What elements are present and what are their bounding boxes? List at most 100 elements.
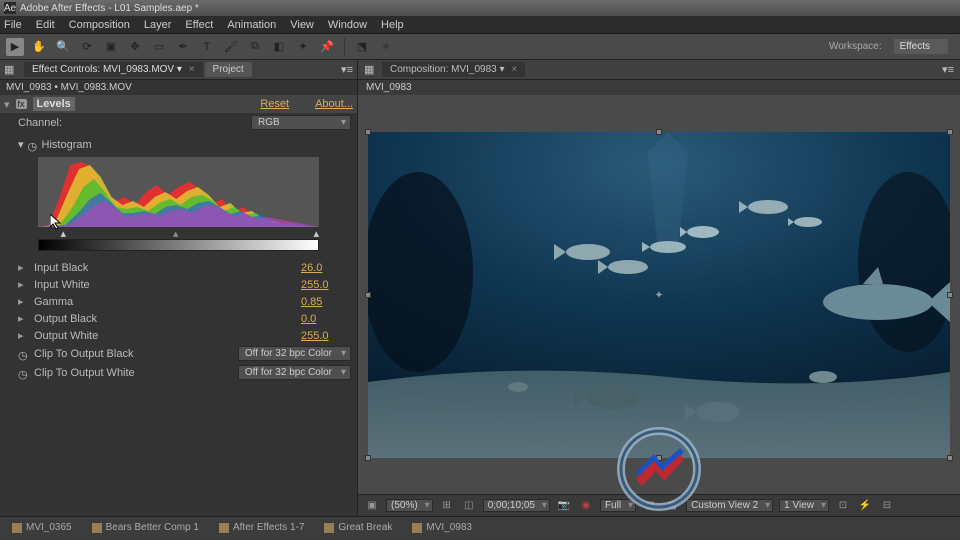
fast-preview-icon[interactable]: ⚡ [857, 498, 873, 514]
composition-viewer[interactable]: ✦ [358, 95, 960, 494]
mask-toggle-icon[interactable]: ◫ [461, 498, 477, 514]
pen-tool-icon[interactable]: ✒ [174, 38, 192, 56]
prop-label: Output Black [34, 313, 295, 325]
histogram-display: ● ○ [38, 157, 319, 227]
comp-icon [12, 523, 22, 533]
panel-menu-icon[interactable]: ▦ [4, 63, 18, 77]
extra-tool2-icon[interactable]: ✧ [377, 38, 395, 56]
anchor-safe-icon[interactable]: ⊞ [439, 498, 455, 514]
about-button[interactable]: About... [315, 98, 353, 110]
stamp-tool-icon[interactable]: ⧉ [246, 38, 264, 56]
extra-tool-icon[interactable]: ⬔ [353, 38, 371, 56]
workspace-dropdown[interactable]: Effects [894, 39, 948, 54]
channel-row: Channel: RGB [0, 113, 357, 132]
reset-button[interactable]: Reset [260, 98, 289, 110]
anchor-tool-icon[interactable]: ✥ [126, 38, 144, 56]
selection-tool-icon[interactable]: ▶ [6, 38, 24, 56]
selection-handle[interactable] [947, 455, 953, 461]
twirl-icon[interactable]: ▸ [18, 261, 28, 274]
panel-options-icon[interactable]: ▾≡ [942, 63, 954, 76]
stopwatch-icon[interactable]: ◷ [18, 368, 28, 378]
menu-edit[interactable]: Edit [36, 19, 55, 31]
text-tool-icon[interactable]: T [198, 38, 216, 56]
app-icon: Ae [4, 2, 16, 14]
close-icon[interactable]: × [511, 64, 517, 75]
panel-menu-icon[interactable]: ▦ [364, 63, 378, 77]
panel-options-icon[interactable]: ▾≡ [341, 63, 353, 76]
zoom-dropdown[interactable]: (50%) [386, 499, 433, 512]
menu-file[interactable]: File [4, 19, 22, 31]
mask-tool-icon[interactable]: ▭ [150, 38, 168, 56]
channel-label: Channel: [18, 117, 245, 129]
stopwatch-icon[interactable]: ◷ [18, 349, 28, 359]
show-channel-icon[interactable]: ◉ [578, 498, 594, 514]
selection-handle[interactable] [947, 129, 953, 135]
roto-tool-icon[interactable]: ✦ [294, 38, 312, 56]
pixel-aspect-icon[interactable]: ⊡ [835, 498, 851, 514]
roi-icon[interactable]: ▦ [642, 498, 658, 514]
prop-output-white: ▸ Output White 255.0 [0, 327, 357, 344]
clip-white-dropdown[interactable]: Off for 32 bpc Color [238, 365, 351, 380]
twirl-icon[interactable]: ▸ [18, 295, 28, 308]
timeline-tab[interactable]: MVI_0365 [6, 520, 78, 535]
prop-value[interactable]: 255.0 [301, 279, 351, 291]
menu-help[interactable]: Help [381, 19, 404, 31]
twirl-down-icon[interactable]: ▾ [18, 138, 24, 151]
tab-composition[interactable]: Composition: MVI_0983 ▾ × [382, 62, 525, 77]
anchor-point-icon[interactable]: ✦ [654, 288, 663, 301]
stopwatch-icon[interactable]: ◷ [28, 140, 38, 150]
comp-icon [92, 523, 102, 533]
output-gradient-slider[interactable] [38, 239, 319, 251]
hand-tool-icon[interactable]: ✋ [30, 38, 48, 56]
menu-composition[interactable]: Composition [69, 19, 130, 31]
channel-dropdown[interactable]: RGB [251, 115, 351, 130]
tab-effect-controls[interactable]: Effect Controls: MVI_0983.MOV ▾ × [24, 62, 203, 77]
view-count-dropdown[interactable]: 1 View [779, 499, 829, 512]
twirl-icon[interactable]: ▸ [18, 278, 28, 291]
timeline-tab[interactable]: MVI_0983 [406, 520, 478, 535]
clip-black-dropdown[interactable]: Off for 32 bpc Color [238, 346, 351, 361]
menu-animation[interactable]: Animation [227, 19, 276, 31]
tab-project[interactable]: Project [205, 62, 252, 77]
twirl-icon[interactable]: ▸ [18, 329, 28, 342]
viewer-footer: ▣ (50%) ⊞ ◫ 0;00;10;05 📷 ◉ Full ▦ ▩ Cust… [358, 494, 960, 516]
effect-controls-panel: ▦ Effect Controls: MVI_0983.MOV ▾ × Proj… [0, 60, 358, 516]
rotate-tool-icon[interactable]: ⟳ [78, 38, 96, 56]
selection-handle[interactable] [365, 129, 371, 135]
menu-layer[interactable]: Layer [144, 19, 172, 31]
eraser-tool-icon[interactable]: ◧ [270, 38, 288, 56]
view-dropdown[interactable]: Custom View 2 [686, 499, 773, 512]
prop-value[interactable]: 0.0 [301, 313, 351, 325]
selection-handle[interactable] [365, 455, 371, 461]
transparency-grid-icon[interactable]: ▩ [664, 498, 680, 514]
camera-tool-icon[interactable]: ▣ [102, 38, 120, 56]
menu-view[interactable]: View [290, 19, 314, 31]
prop-input-black: ▸ Input Black 26.0 [0, 259, 357, 276]
selection-handle[interactable] [947, 292, 953, 298]
prop-value[interactable]: 255.0 [301, 330, 351, 342]
twirl-icon[interactable]: ▾ [4, 98, 10, 111]
timecode-display[interactable]: 0;00;10;05 [483, 499, 550, 512]
region-icon[interactable]: ▣ [364, 498, 380, 514]
timeline-tab[interactable]: After Effects 1-7 [213, 520, 311, 535]
timeline-tab[interactable]: Bears Better Comp 1 [86, 520, 205, 535]
zoom-tool-icon[interactable]: 🔍 [54, 38, 72, 56]
resolution-dropdown[interactable]: Full [600, 499, 636, 512]
snapshot-icon[interactable]: 📷 [556, 498, 572, 514]
menu-effect[interactable]: Effect [185, 19, 213, 31]
selection-handle[interactable] [656, 455, 662, 461]
fx-badge[interactable]: fx [16, 99, 27, 109]
prop-value[interactable]: 0.85 [301, 296, 351, 308]
breadcrumb: MVI_0983 • MVI_0983.MOV [0, 80, 357, 95]
prop-value[interactable]: 26.0 [301, 262, 351, 274]
close-icon[interactable]: × [189, 64, 195, 75]
timeline-icon[interactable]: ⊟ [879, 498, 895, 514]
selection-handle[interactable] [365, 292, 371, 298]
selection-handle[interactable] [656, 129, 662, 135]
twirl-icon[interactable]: ▸ [18, 312, 28, 325]
brush-tool-icon[interactable]: 🖌 [222, 38, 240, 56]
title-bar: Ae Adobe After Effects - L01 Samples.aep… [0, 0, 960, 16]
puppet-tool-icon[interactable]: 📌 [318, 38, 336, 56]
menu-window[interactable]: Window [328, 19, 367, 31]
timeline-tab[interactable]: Great Break [318, 520, 398, 535]
